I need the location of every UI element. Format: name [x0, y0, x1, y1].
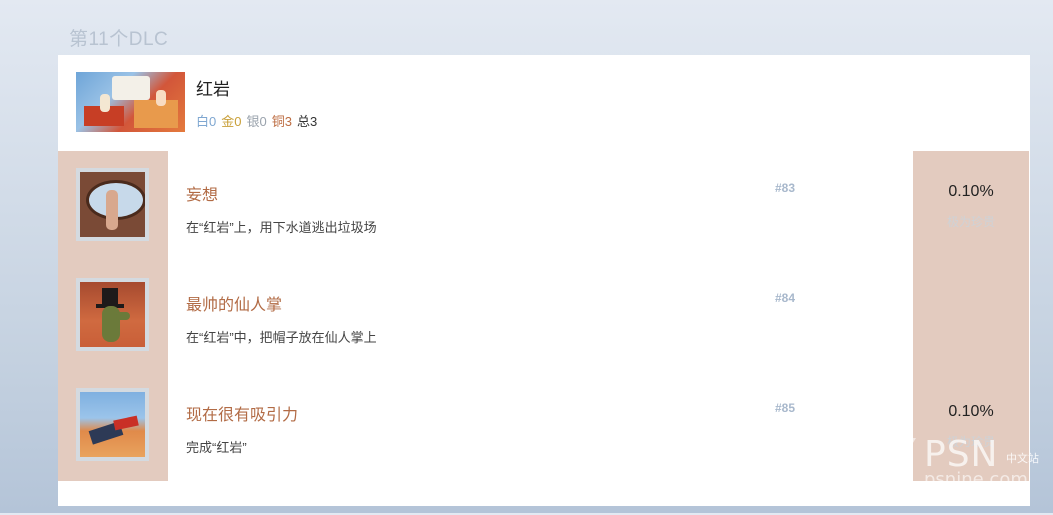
- trophy-name[interactable]: 妄想: [186, 181, 218, 205]
- trophy-percent: 0.10%: [948, 403, 994, 420]
- trophy-number: #84: [775, 291, 796, 305]
- trophy-icon[interactable]: [76, 168, 149, 241]
- trophy-number: #85: [775, 401, 796, 415]
- trophy-list: 妄想 在“红岩”上，用下水道逃出垃圾场 #83 0.10% 极为珍贵 最帅的仙人…: [58, 151, 1030, 481]
- trophy-row: 妄想 在“红岩”上，用下水道逃出垃圾场 #83 0.10% 极为珍贵: [58, 151, 1030, 261]
- trophy-name[interactable]: 现在很有吸引力: [186, 401, 298, 425]
- dlc-header: 红岩 白0 金0 银0 铜3 总3: [58, 55, 1030, 151]
- dlc-cover-image[interactable]: [76, 72, 185, 132]
- trophy-description: 在“红岩”上，用下水道逃出垃圾场: [186, 220, 377, 235]
- dlc-trophy-counts: 白0 金0 银0 铜3 总3: [196, 111, 322, 130]
- trophy-icon[interactable]: [76, 388, 149, 461]
- bronze-count: 铜3: [271, 114, 292, 129]
- trophy-percent: 0.10%: [948, 183, 994, 200]
- trophy-icon[interactable]: [76, 278, 149, 351]
- platinum-count: 白0: [196, 114, 217, 129]
- dlc-name[interactable]: 红岩: [196, 75, 230, 100]
- dlc-card: 红岩 白0 金0 银0 铜3 总3 妄想 在“红岩”上，用下水道逃出垃圾场 #83 0.…: [58, 55, 1030, 506]
- trophy-number: #83: [775, 181, 796, 195]
- trophy-description: 完成“红岩”: [186, 440, 247, 455]
- section-title: 第11个DLC: [69, 29, 169, 50]
- gold-count: 金0: [221, 114, 242, 129]
- total-count: 总3: [296, 114, 318, 129]
- silver-count: 银0: [246, 114, 267, 129]
- trophy-rarity: 极为珍贵: [946, 435, 995, 449]
- trophy-row: 现在很有吸引力 完成“红岩” #85 0.10% 极为珍贵: [58, 371, 1030, 481]
- trophy-description: 在“红岩”中，把帽子放在仙人掌上: [186, 330, 377, 345]
- trophy-rarity: 极为珍贵: [946, 215, 995, 229]
- trophy-row: 最帅的仙人掌 在“红岩”中，把帽子放在仙人掌上 #84: [58, 261, 1030, 371]
- trophy-name[interactable]: 最帅的仙人掌: [186, 291, 282, 315]
